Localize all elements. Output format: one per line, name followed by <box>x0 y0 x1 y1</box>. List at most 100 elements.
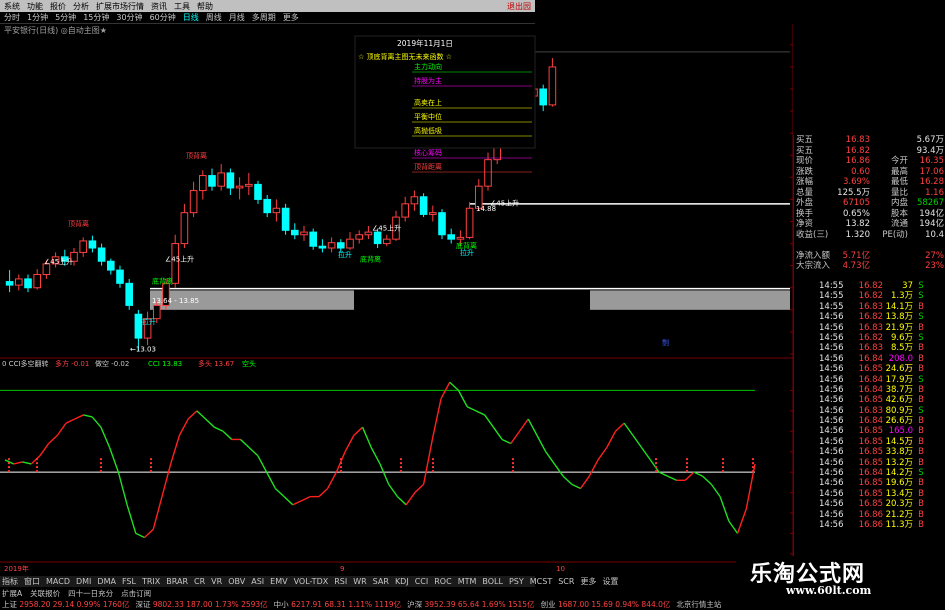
indicator-tab-26[interactable]: 设置 <box>602 576 618 587</box>
indicator-tab-21[interactable]: BOLL <box>482 577 503 586</box>
candle-body <box>208 175 216 187</box>
indicator-tab-7[interactable]: BRAR <box>166 577 188 586</box>
indicator-tab-23[interactable]: MCST <box>530 577 552 586</box>
quote-value: 16.82 <box>845 145 870 156</box>
index-item[interactable]: 沪深 3952.39 65.64 1.69% 1515亿 <box>407 599 534 610</box>
cci-header-item: CCI 13.83 <box>148 360 182 368</box>
period-tab-5[interactable]: 60分钟 <box>150 12 176 23</box>
indicator-tab-14[interactable]: RSI <box>334 577 347 586</box>
period-tab-3[interactable]: 15分钟 <box>83 12 109 23</box>
indicator-tab-0[interactable]: 指标 <box>2 576 18 587</box>
candle-body <box>484 159 492 187</box>
period-tab-10[interactable]: 更多 <box>283 12 299 23</box>
indicator-tab-5[interactable]: FSL <box>122 577 136 586</box>
indicator-tab-3[interactable]: DMI <box>76 577 91 586</box>
period-tab-4[interactable]: 30分钟 <box>116 12 142 23</box>
trade-volume: 19.6万 <box>885 478 913 489</box>
index-item[interactable]: 创业 1687.00 15.69 0.94% 844.0亿 <box>541 599 671 610</box>
menu-item-help[interactable]: 帮助 <box>197 1 213 12</box>
quote-value: 1.320 <box>845 229 870 240</box>
indicator-tab-18[interactable]: CCI <box>415 577 429 586</box>
watermark-url: www.60lt.com <box>786 584 872 597</box>
main-chart[interactable]: 16.5016.2516.0015.7515.5015.2515.0014.75… <box>0 24 793 576</box>
trade-price: 16.85 <box>858 426 883 437</box>
index-item[interactable]: 北京行情主站 <box>676 599 721 610</box>
trade-row: 14:55 16.82 37 S <box>793 281 945 291</box>
chart-info-line: 平安银行(日线) ◎自动主图★ <box>0 24 535 36</box>
indicator-tab-9[interactable]: VR <box>211 577 222 586</box>
candle-body <box>245 183 253 187</box>
period-tab-0[interactable]: 分时 <box>4 12 20 23</box>
quote-value: 17.06 <box>919 166 944 177</box>
indicator-tab-4[interactable]: DMA <box>97 577 116 586</box>
menu-item-news[interactable]: 资讯 <box>151 1 167 12</box>
period-tab-2[interactable]: 5分钟 <box>55 12 76 23</box>
candle-body <box>254 183 262 200</box>
indicator-tab-13[interactable]: VOL-TDX <box>294 577 329 586</box>
indicator-tab-19[interactable]: ROC <box>434 577 451 586</box>
trade-row: 14:56 16.84 14.2万 S <box>793 468 945 478</box>
menu-item-system[interactable]: 系统 <box>4 1 20 12</box>
period-tab-6[interactable]: 日线 <box>183 12 199 23</box>
index-item[interactable]: 上证 2958.20 29.14 0.99% 1760亿 <box>2 599 129 610</box>
status-item[interactable]: 四十一日充分 <box>68 588 113 599</box>
cci-header-item: 做空 -0.02 <box>95 359 129 368</box>
indicator-tab-17[interactable]: KDJ <box>395 577 409 586</box>
indicator-tab-11[interactable]: ASI <box>251 577 264 586</box>
status-bar: 扩展A 关联报价 四十一日充分 点击订阅 <box>0 588 535 598</box>
menu-item-tools[interactable]: 工具 <box>174 1 190 12</box>
status-item[interactable]: 点击订阅 <box>121 588 151 599</box>
status-item[interactable]: 扩展A <box>2 588 22 599</box>
chart-annotation: 拉升 <box>460 248 474 257</box>
menu-item-function[interactable]: 功能 <box>27 1 43 12</box>
menu-item-analysis[interactable]: 分析 <box>73 1 89 12</box>
quote-value: 16.83 <box>845 135 870 145</box>
indicator-tab-22[interactable]: PSY <box>509 577 524 586</box>
indicator-tab-8[interactable]: CR <box>194 577 205 586</box>
indicator-tab-1[interactable]: 窗口 <box>24 576 40 587</box>
indicator-tab-2[interactable]: MACD <box>46 577 70 586</box>
indicator-tab-25[interactable]: 更多 <box>580 576 596 587</box>
trade-flag: B <box>918 509 924 520</box>
index-item[interactable]: 深证 9802.33 187.00 1.73% 2593亿 <box>135 599 267 610</box>
candle-body <box>217 172 225 187</box>
candle-body <box>438 212 446 236</box>
period-tab-9[interactable]: 多周期 <box>252 12 276 23</box>
indicator-tab-24[interactable]: SCR <box>558 577 574 586</box>
trade-volume: 20.3万 <box>885 499 913 510</box>
trade-time: 14:56 <box>819 426 844 437</box>
trade-time: 14:55 <box>819 301 844 312</box>
chart-annotation: 底背离 <box>360 254 381 263</box>
trade-price: 16.86 <box>858 509 883 520</box>
menu-item-extended-market[interactable]: 扩展市场行情 <box>96 1 144 12</box>
indicator-tab-15[interactable]: WR <box>353 577 366 586</box>
period-tab-7[interactable]: 周线 <box>206 12 222 23</box>
indicator-tab-12[interactable]: EMV <box>270 577 287 586</box>
trade-price: 16.83 <box>858 322 883 333</box>
period-tab-1[interactable]: 1分钟 <box>27 12 48 23</box>
legend-title: ☆ 顶底背离主图无未来函数 ☆ <box>358 52 452 61</box>
quote-value: 194亿 <box>919 219 944 229</box>
indicator-tab-10[interactable]: OBV <box>228 577 245 586</box>
candle-body <box>291 229 299 236</box>
legend-item: 主力动向 <box>414 62 442 71</box>
index-item[interactable]: 中小 6217.91 68.31 1.11% 1119亿 <box>274 599 401 610</box>
quote-label: 今开 <box>890 156 908 166</box>
quote-label: 涨幅 <box>796 177 814 187</box>
trade-time: 14:56 <box>819 488 844 499</box>
trade-time: 14:56 <box>819 468 844 479</box>
period-tab-8[interactable]: 月线 <box>229 12 245 23</box>
exit-button[interactable]: 退出园 <box>507 1 531 12</box>
quote-value: 16.35 <box>919 156 944 166</box>
cci-marker <box>8 466 10 469</box>
candle-body <box>318 245 327 249</box>
trade-row: 14:56 16.84 38.7万 B <box>793 385 945 395</box>
cci-marker <box>400 466 402 469</box>
quote-label: 内盘 <box>890 198 908 208</box>
indicator-tab-6[interactable]: TRIX <box>142 577 160 586</box>
status-item[interactable]: 关联报价 <box>30 588 60 599</box>
indicator-tab-20[interactable]: MTM <box>458 577 477 586</box>
trade-price: 16.85 <box>858 436 883 447</box>
menu-item-quote[interactable]: 报价 <box>50 1 66 12</box>
indicator-tab-16[interactable]: SAR <box>373 577 389 586</box>
